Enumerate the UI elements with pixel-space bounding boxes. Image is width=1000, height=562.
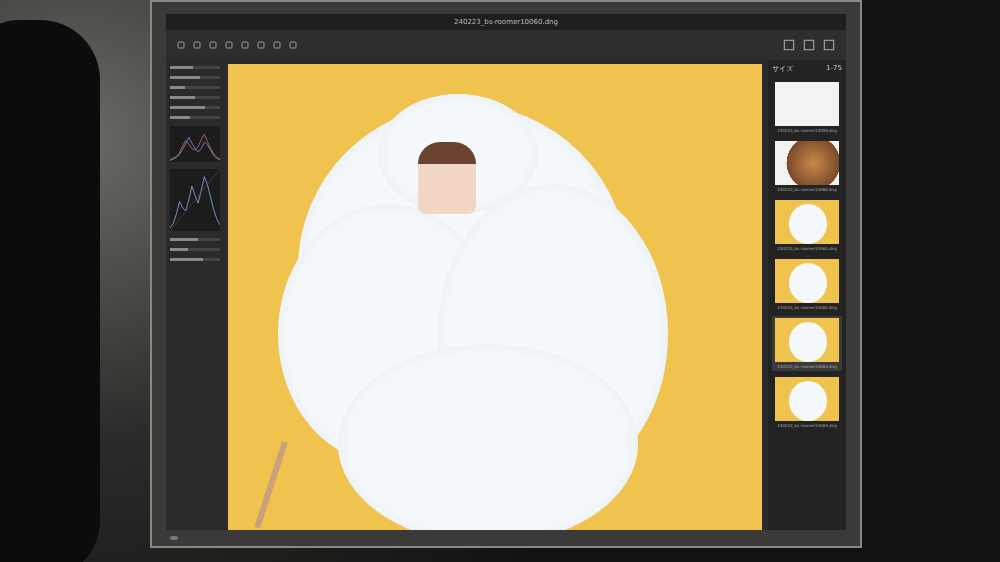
tool-icon[interactable] — [208, 40, 218, 50]
thumbnail-name: 240223_bs-roomer10060.dng — [777, 187, 836, 192]
slider-fill — [170, 86, 185, 89]
slider-fill — [170, 238, 198, 241]
view-icon[interactable] — [802, 38, 816, 52]
slider-fill — [170, 76, 200, 79]
tool-icon[interactable] — [224, 40, 234, 50]
adjust-slider[interactable] — [170, 66, 220, 69]
slider-fill — [170, 258, 203, 261]
thumbnail-image — [775, 318, 839, 362]
slider-fill — [170, 248, 188, 251]
adjust-slider[interactable] — [170, 86, 220, 89]
window-title: 240223_bs-roomer10060.dng — [454, 18, 558, 26]
studio-scene: 240223_bs-roomer10060.dng サイズ 1-75 240223_b… — [0, 0, 1000, 562]
thumbnail[interactable]: 240223_bs-roomer10062.dng — [772, 257, 842, 312]
count-label: 1-75 — [826, 64, 842, 74]
slider-fill — [170, 96, 195, 99]
person-silhouette — [0, 20, 100, 562]
screen: 240223_bs-roomer10060.dng サイズ 1-75 240223_b… — [166, 14, 846, 530]
workspace: サイズ 1-75 240223_bs-roomer10059.dng 240223_b… — [166, 60, 846, 530]
thumbnail-name: 240223_bs-roomer10063.dng — [777, 364, 836, 369]
bottom-bezel — [166, 530, 846, 546]
adjust-slider[interactable] — [170, 248, 220, 251]
photo — [228, 64, 762, 530]
adjust-slider[interactable] — [170, 106, 220, 109]
tool-icon[interactable] — [288, 40, 298, 50]
histogram-blue — [170, 137, 220, 160]
thumbnail-image — [775, 141, 839, 185]
histogram-red — [170, 134, 220, 159]
filmstrip: サイズ 1-75 240223_bs-roomer10059.dng 240223_b… — [768, 60, 846, 530]
filmstrip-header: サイズ 1-75 — [772, 62, 842, 76]
tool-icon[interactable] — [272, 40, 282, 50]
toolbar — [166, 30, 846, 60]
thumbnail[interactable]: 240223_bs-roomer10060.dng — [772, 139, 842, 194]
thumbnail-name: 240223_bs-roomer10064.dng — [777, 423, 836, 428]
slider-fill — [170, 116, 190, 119]
curve-graph[interactable] — [170, 169, 220, 231]
tool-group — [176, 40, 298, 50]
thumbnail-name: 240223_bs-roomer10061.dng — [777, 246, 836, 251]
tool-icon[interactable] — [256, 40, 266, 50]
thumbnail-name: 240223_bs-roomer10062.dng — [777, 305, 836, 310]
tool-icon[interactable] — [192, 40, 202, 50]
thumbnail-name: 240223_bs-roomer10059.dng — [777, 128, 836, 133]
view-icon[interactable] — [782, 38, 796, 52]
monitor: 240223_bs-roomer10060.dng サイズ 1-75 240223_b… — [150, 0, 862, 548]
adjust-slider[interactable] — [170, 258, 220, 261]
thumbnail-image — [775, 82, 839, 126]
view-icon[interactable] — [822, 38, 836, 52]
slider-fill — [170, 66, 193, 69]
thumbnail[interactable]: 240223_bs-roomer10064.dng — [772, 375, 842, 430]
curve-line — [170, 177, 220, 228]
model-face — [418, 142, 476, 214]
view-tool-group — [782, 38, 836, 52]
slider-fill — [170, 106, 205, 109]
thumbnail[interactable]: 240223_bs-roomer10059.dng — [772, 80, 842, 135]
thumbnail-image — [775, 200, 839, 244]
tool-panel — [166, 60, 224, 530]
size-label[interactable]: サイズ — [772, 64, 793, 74]
adjust-slider[interactable] — [170, 116, 220, 119]
thumbnail[interactable]: 240223_bs-roomer10061.dng — [772, 198, 842, 253]
histogram — [170, 126, 220, 162]
thumbnail-image — [775, 377, 839, 421]
brand-logo-icon — [170, 536, 178, 540]
easel — [254, 441, 288, 528]
adjust-slider[interactable] — [170, 238, 220, 241]
title-bar: 240223_bs-roomer10060.dng — [166, 14, 846, 30]
adjust-slider[interactable] — [170, 96, 220, 99]
tool-icon[interactable] — [240, 40, 250, 50]
adjust-slider[interactable] — [170, 76, 220, 79]
thumbnail[interactable]: 240223_bs-roomer10063.dng — [772, 316, 842, 371]
thumbnail-image — [775, 259, 839, 303]
tool-icon[interactable] — [176, 40, 186, 50]
image-viewer — [224, 60, 768, 530]
